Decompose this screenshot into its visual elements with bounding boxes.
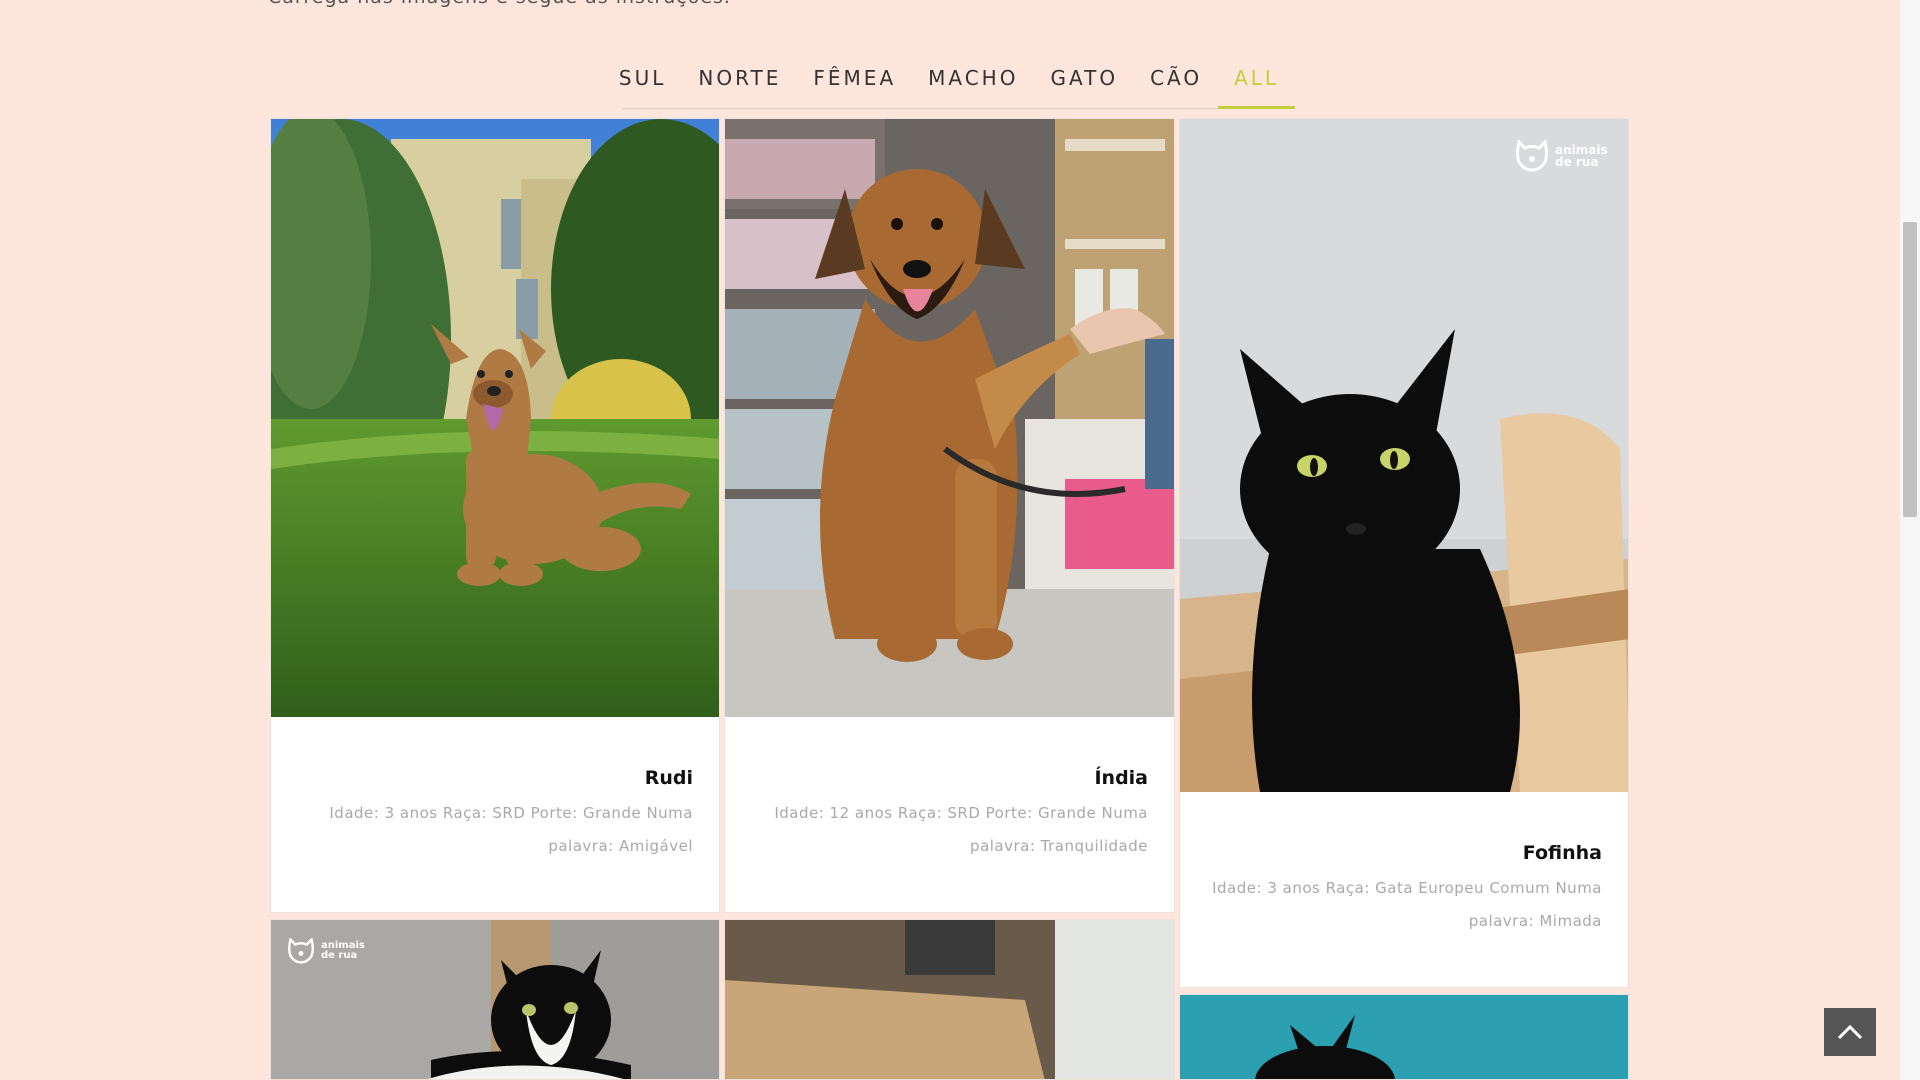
- cat-photo[interactable]: animais de rua: [271, 920, 719, 1079]
- animal-description: Idade: 3 anos Raça: SRD Porte: Grande Nu…: [329, 804, 693, 855]
- cat-photo[interactable]: [1180, 995, 1628, 1079]
- animal-name[interactable]: Índia: [751, 767, 1148, 789]
- filter-bar: SUL NORTE FÊMEA MACHO GATO CÃO ALL: [619, 56, 1296, 109]
- filter-macho[interactable]: MACHO: [912, 56, 1034, 108]
- filter-sul[interactable]: SUL: [603, 56, 682, 108]
- animal-photo[interactable]: [725, 920, 1174, 1079]
- animal-card-partial[interactable]: [1179, 994, 1629, 1080]
- animal-name[interactable]: Rudi: [297, 767, 693, 789]
- dog-photo[interactable]: [271, 119, 719, 717]
- cat-photo[interactable]: animais de rua: [1180, 119, 1628, 792]
- filter-femea[interactable]: FÊMEA: [797, 56, 912, 108]
- cat-head-icon: [288, 938, 314, 964]
- animais-de-rua-logo: animais de rua: [1515, 140, 1608, 172]
- filter-norte[interactable]: NORTE: [682, 56, 797, 108]
- animal-description: Idade: 3 anos Raça: Gata Europeu Comum N…: [1212, 879, 1602, 930]
- animais-de-rua-logo: animais de rua: [287, 938, 365, 964]
- animal-card-india[interactable]: Índia Idade: 12 anos Raça: SRD Porte: Gr…: [724, 118, 1175, 913]
- scrollbar[interactable]: [1900, 0, 1920, 1080]
- filter-gato[interactable]: GATO: [1034, 56, 1134, 108]
- animal-card-fofinha[interactable]: animais de rua Fofinha Idade: 3 anos Raç…: [1179, 118, 1629, 988]
- animal-description: Idade: 12 anos Raça: SRD Porte: Grande N…: [774, 804, 1148, 855]
- dog-photo[interactable]: [725, 119, 1174, 717]
- back-to-top-button[interactable]: [1824, 1008, 1876, 1056]
- scrollbar-thumb[interactable]: [1903, 222, 1917, 517]
- animal-card-partial[interactable]: [724, 919, 1175, 1080]
- animal-name[interactable]: Fofinha: [1206, 842, 1602, 864]
- filter-all[interactable]: ALL: [1218, 56, 1296, 109]
- chevron-up-icon: [1837, 1024, 1863, 1040]
- animal-card-rudi[interactable]: Rudi Idade: 3 anos Raça: SRD Porte: Gran…: [270, 118, 720, 913]
- animal-card-partial[interactable]: animais de rua: [270, 919, 720, 1080]
- cat-head-icon: [1516, 140, 1548, 172]
- intro-text: Carrega nas imagens e segue as instruçõe…: [268, 0, 731, 8]
- filter-cao[interactable]: CÃO: [1134, 56, 1218, 108]
